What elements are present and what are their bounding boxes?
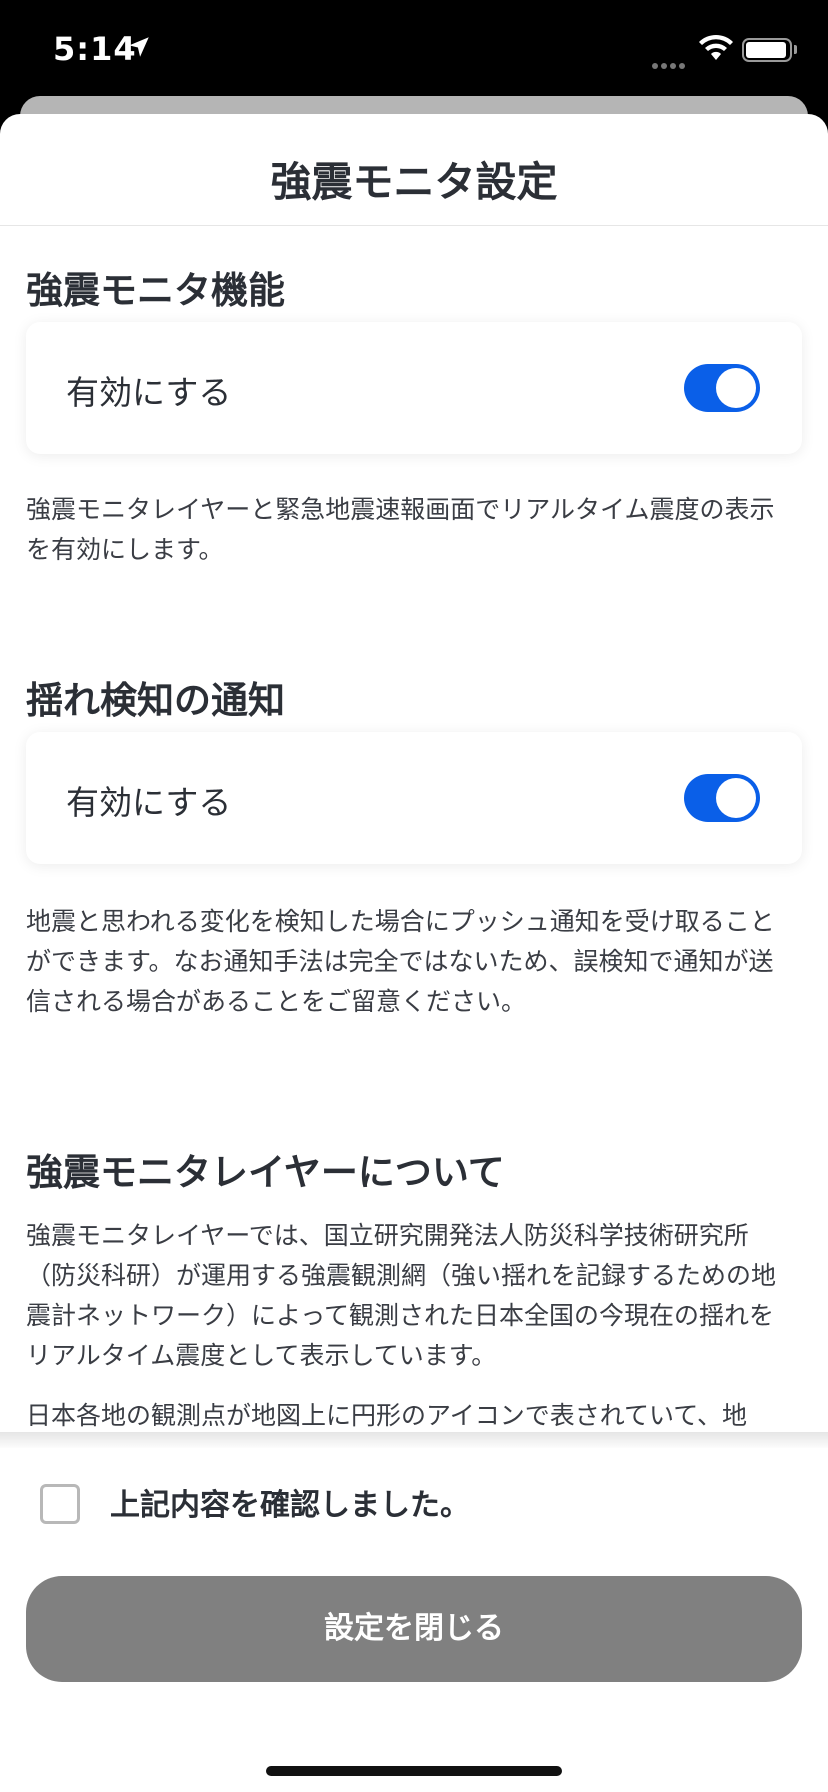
monitor-toggle-card: 有効にする [26,322,802,454]
battery-tip [794,45,797,54]
cellular-signal-icon [652,54,688,73]
toggle-knob [716,368,756,408]
status-bar: 5:14 [0,0,828,96]
confirm-checkbox[interactable] [40,1484,80,1524]
settings-scroll-content[interactable]: 強震モニタ機能 有効にする 強震モニタレイヤーと緊急地震速報画面でリアルタイム震… [0,226,828,1448]
monitor-description: 強震モニタレイヤーと緊急地震速報画面でリアルタイム震度の表示を有効にします。 [26,495,775,564]
monitor-toggle-label: 有効にする [66,373,232,412]
shake-notify-description: 地震と思われる変化を検知した場合にプッシュ通知を受け取ることができます。なお通知… [26,907,775,1016]
sheet-footer: 上記内容を確認しました。 設定を閉じる [0,1448,828,1792]
shake-notify-toggle-card: 有効にする [26,732,802,864]
shake-notify-toggle-label: 有効にする [66,783,232,822]
about-section-heading: 強震モニタレイヤーについて [26,1151,505,1194]
monitor-enable-toggle[interactable] [684,364,760,412]
sheet-title: 強震モニタ設定 [0,114,828,226]
status-time: 5:14 [53,30,137,68]
battery-icon [742,38,792,62]
monitor-section-heading: 強震モニタ機能 [26,269,285,312]
confirm-label[interactable]: 上記内容を確認しました。 [110,1480,470,1524]
settings-sheet: 強震モニタ設定 強震モニタ機能 有効にする 強震モニタレイヤーと緊急地震速報画面… [0,114,828,1792]
location-arrow-icon [129,37,149,57]
shake-notify-enable-toggle[interactable] [684,774,760,822]
wifi-icon [699,34,733,60]
toggle-knob [716,778,756,818]
about-paragraph-1: 強震モニタレイヤーでは、国立研究開発法人防災科学技術研究所（防災科研）が運用する… [26,1221,777,1370]
about-paragraph-2: 日本各地の観測点が地図上に円形のアイコンで表されていて、地 [26,1401,748,1430]
close-settings-button[interactable]: 設定を閉じる [26,1576,802,1682]
shake-notify-section-heading: 揺れ検知の通知 [26,679,285,722]
home-indicator [266,1766,562,1776]
